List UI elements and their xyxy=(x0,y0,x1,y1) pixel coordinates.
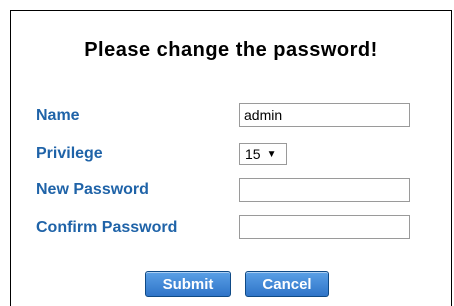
privilege-label: Privilege xyxy=(36,145,103,162)
password-change-panel: Please change the password! Name Privile… xyxy=(10,10,452,306)
privilege-select[interactable]: 15 ▼ xyxy=(239,143,287,165)
privilege-value: 15 xyxy=(245,146,261,162)
name-field[interactable] xyxy=(239,103,410,127)
confirm-password-label: Confirm Password xyxy=(36,219,178,236)
name-label: Name xyxy=(36,107,80,124)
submit-button[interactable]: Submit xyxy=(145,271,231,297)
new-password-field[interactable] xyxy=(239,178,410,202)
page-title: Please change the password! xyxy=(84,39,378,61)
chevron-down-icon: ▼ xyxy=(266,148,277,160)
new-password-label: New Password xyxy=(36,181,149,198)
confirm-password-field[interactable] xyxy=(239,215,410,239)
cancel-button[interactable]: Cancel xyxy=(245,271,329,297)
